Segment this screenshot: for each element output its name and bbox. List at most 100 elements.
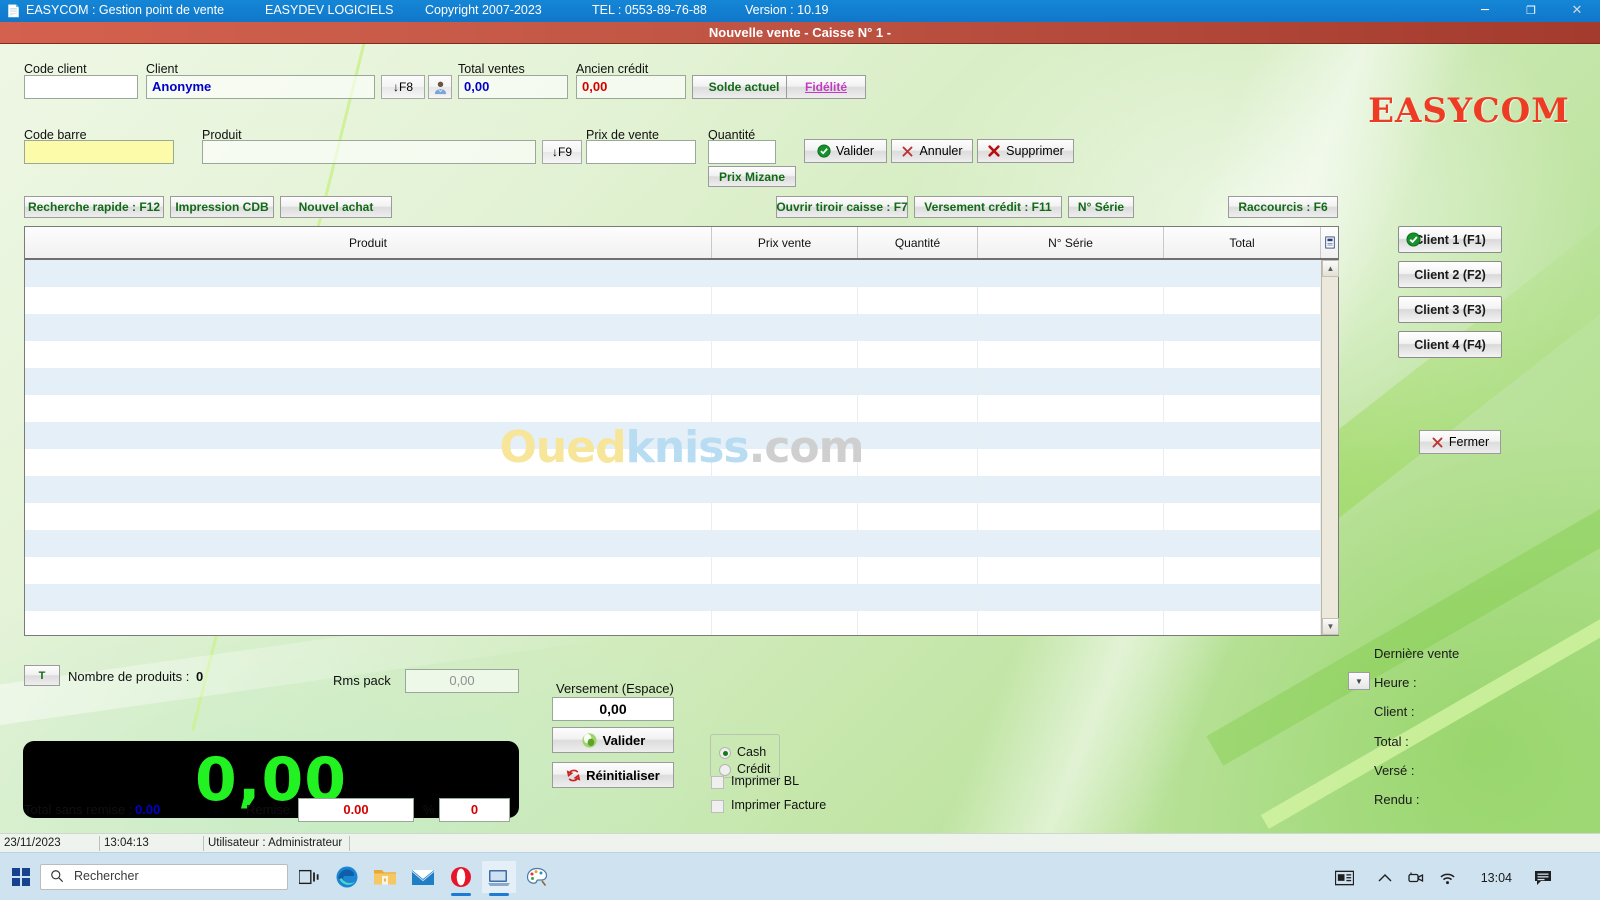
grid-col-produit[interactable]: Produit <box>25 227 712 258</box>
table-cell[interactable] <box>978 422 1164 449</box>
table-cell[interactable] <box>1164 611 1321 635</box>
table-cell[interactable] <box>1164 449 1321 476</box>
table-cell[interactable] <box>978 503 1164 530</box>
grid-col-quantite[interactable]: Quantité <box>858 227 978 258</box>
table-cell[interactable] <box>712 422 858 449</box>
remise-percent-input[interactable]: 0 <box>439 798 510 822</box>
table-row[interactable] <box>25 422 1338 449</box>
reinitialiser-button[interactable]: Réinitialiser <box>552 762 674 788</box>
table-row[interactable] <box>25 287 1338 314</box>
print-column-icon[interactable] <box>1321 227 1338 258</box>
sale-items-grid[interactable]: Produit Prix vente Quantité N° Série Tot… <box>24 226 1339 636</box>
chevron-up-icon[interactable] <box>1378 867 1392 889</box>
table-cell[interactable] <box>978 584 1164 611</box>
quantite-input[interactable] <box>708 140 776 164</box>
panel-collapse-icon[interactable]: ▼ <box>1348 672 1370 690</box>
ouvrir-tiroir-caisse-button[interactable]: Ouvrir tiroir caisse : F7 <box>776 196 908 218</box>
recherche-rapide-button[interactable]: Recherche rapide : F12 <box>24 196 164 218</box>
client-tab-2[interactable]: Client 2 (F2) <box>1398 261 1502 288</box>
prix-mizane-button[interactable]: Prix Mizane <box>708 166 796 187</box>
table-cell[interactable] <box>1164 422 1321 449</box>
file-explorer-icon[interactable] <box>368 861 402 893</box>
user-icon[interactable] <box>428 75 452 99</box>
taskbar-clock[interactable]: 13:04 <box>1481 867 1512 889</box>
table-cell[interactable] <box>978 341 1164 368</box>
table-cell[interactable] <box>25 341 712 368</box>
valider-ligne-button[interactable]: Valider <box>804 139 887 163</box>
table-cell[interactable] <box>712 395 858 422</box>
table-cell[interactable] <box>858 557 978 584</box>
table-cell[interactable] <box>712 368 858 395</box>
table-cell[interactable] <box>1164 395 1321 422</box>
table-cell[interactable] <box>712 449 858 476</box>
table-cell[interactable] <box>978 476 1164 503</box>
table-cell[interactable] <box>25 503 712 530</box>
table-cell[interactable] <box>858 503 978 530</box>
t-toggle-button[interactable]: T <box>24 665 60 686</box>
search-input[interactable]: Rechercher <box>40 864 288 890</box>
table-cell[interactable] <box>25 422 712 449</box>
table-row[interactable] <box>25 260 1338 287</box>
table-cell[interactable] <box>858 584 978 611</box>
table-cell[interactable] <box>25 314 712 341</box>
table-row[interactable] <box>25 503 1338 530</box>
maximize-button[interactable]: ❐ <box>1508 0 1554 22</box>
table-cell[interactable] <box>712 503 858 530</box>
table-cell[interactable] <box>1164 341 1321 368</box>
table-cell[interactable] <box>858 341 978 368</box>
wifi-icon[interactable] <box>1439 867 1456 889</box>
client-f8-button[interactable]: ↓F8 <box>381 75 425 99</box>
grid-col-prix-vente[interactable]: Prix vente <box>712 227 858 258</box>
table-row[interactable] <box>25 476 1338 503</box>
table-cell[interactable] <box>712 584 858 611</box>
nouvel-achat-button[interactable]: Nouvel achat <box>280 196 392 218</box>
grid-col-total[interactable]: Total <box>1164 227 1321 258</box>
news-icon[interactable] <box>1335 867 1354 889</box>
table-cell[interactable] <box>858 449 978 476</box>
table-cell[interactable] <box>25 530 712 557</box>
client-tab-1[interactable]: Client 1 (F1) <box>1398 226 1502 253</box>
table-cell[interactable] <box>25 584 712 611</box>
table-cell[interactable] <box>978 530 1164 557</box>
table-cell[interactable] <box>858 314 978 341</box>
client-tab-4[interactable]: Client 4 (F4) <box>1398 331 1502 358</box>
table-cell[interactable] <box>712 611 858 635</box>
produit-field[interactable] <box>202 140 536 164</box>
fidelite-button[interactable]: Fidélité <box>786 75 866 99</box>
code-barre-input[interactable] <box>24 140 174 164</box>
table-row[interactable] <box>25 395 1338 422</box>
minimize-button[interactable]: ─ <box>1462 0 1508 22</box>
client-name-field[interactable]: Anonyme <box>146 75 375 99</box>
table-cell[interactable] <box>1164 287 1321 314</box>
windows-start-icon[interactable] <box>6 862 36 892</box>
table-cell[interactable] <box>978 611 1164 635</box>
table-cell[interactable] <box>1164 584 1321 611</box>
raccourcis-button[interactable]: Raccourcis : F6 <box>1228 196 1338 218</box>
table-cell[interactable] <box>712 287 858 314</box>
client-tab-3[interactable]: Client 3 (F3) <box>1398 296 1502 323</box>
table-cell[interactable] <box>712 260 858 287</box>
versement-credit-button[interactable]: Versement crédit : F11 <box>914 196 1062 218</box>
close-button[interactable]: ✕ <box>1554 0 1600 22</box>
table-cell[interactable] <box>1164 530 1321 557</box>
table-cell[interactable] <box>858 422 978 449</box>
table-cell[interactable] <box>25 287 712 314</box>
annuler-button[interactable]: Annuler <box>891 139 973 163</box>
opera-icon[interactable] <box>444 861 478 896</box>
table-cell[interactable] <box>25 449 712 476</box>
grid-body[interactable]: Oued kniss .com <box>25 260 1338 635</box>
remise-value-input[interactable]: 0.00 <box>298 798 414 822</box>
table-row[interactable] <box>25 341 1338 368</box>
table-cell[interactable] <box>712 341 858 368</box>
table-cell[interactable] <box>1164 476 1321 503</box>
table-cell[interactable] <box>978 368 1164 395</box>
produit-f9-button[interactable]: ↓F9 <box>542 140 582 164</box>
table-cell[interactable] <box>25 557 712 584</box>
versement-input[interactable]: 0,00 <box>552 697 674 721</box>
table-row[interactable] <box>25 584 1338 611</box>
table-cell[interactable] <box>25 611 712 635</box>
scroll-up-icon[interactable]: ▲ <box>1322 260 1339 277</box>
table-cell[interactable] <box>858 611 978 635</box>
impression-cdb-button[interactable]: Impression CDB <box>170 196 274 218</box>
grid-vertical-scrollbar[interactable]: ▲ ▼ <box>1321 260 1339 635</box>
